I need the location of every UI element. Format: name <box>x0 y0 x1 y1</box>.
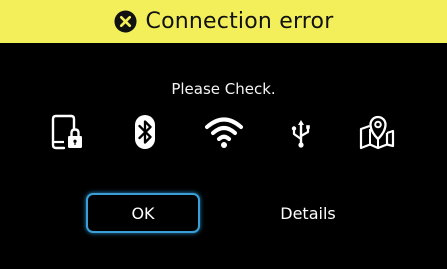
connection-error-dialog: Connection error Please Check. OK Detail… <box>0 0 447 269</box>
map-pin-icon <box>357 112 397 152</box>
please-check-message: Please Check. <box>171 80 276 98</box>
ok-button[interactable]: OK <box>86 193 200 233</box>
phone-lock-icon <box>49 112 89 152</box>
bluetooth-icon <box>125 112 165 152</box>
usb-icon <box>281 112 321 152</box>
details-button[interactable]: Details <box>252 193 364 233</box>
connection-icons-row <box>0 112 447 152</box>
wifi-icon <box>204 112 244 152</box>
dialog-header: Connection error <box>0 0 447 43</box>
dialog-title: Connection error <box>145 9 334 34</box>
error-x-circle-icon <box>114 10 137 33</box>
